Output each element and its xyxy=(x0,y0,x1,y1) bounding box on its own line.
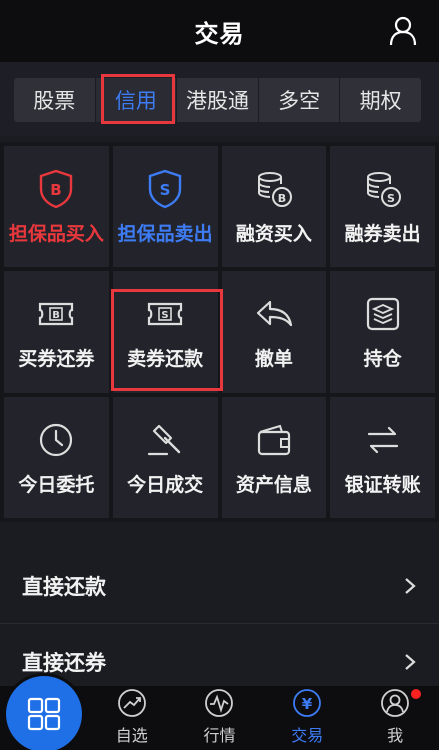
function-grid: B 担保品买入 S 担保品卖出 B 融资买入 S 融券卖出 B 买券还券 S 卖… xyxy=(0,142,439,522)
grid-item-label: 卖券还款 xyxy=(127,348,204,371)
notification-dot xyxy=(410,689,421,699)
grid-item-label: 银证转账 xyxy=(344,473,421,496)
grid-item-collateral-buy[interactable]: B 担保品买入 xyxy=(4,146,109,268)
ticket-s-icon: S xyxy=(148,303,183,326)
pulse-icon xyxy=(205,689,234,717)
layers-icon xyxy=(366,298,399,331)
home-menu-button[interactable] xyxy=(6,676,82,750)
grid-item-buy-return-securities[interactable]: B 买券还券 xyxy=(4,271,109,393)
grid-item-bank-transfer[interactable]: 银证转账 xyxy=(330,396,435,518)
tab-stock[interactable]: 股票 xyxy=(14,78,96,122)
tab-options[interactable]: 期权 xyxy=(340,78,421,122)
tab-credit[interactable]: 信用 xyxy=(95,78,178,122)
grid-item-collateral-sell[interactable]: S 担保品卖出 xyxy=(112,146,218,268)
list-item-direct-repay[interactable]: 直接还款 xyxy=(0,548,439,624)
grid-item-margin-buy[interactable]: B 融资买入 xyxy=(221,146,327,268)
ticket-b-icon: B xyxy=(39,303,74,326)
nav-label: 我 xyxy=(387,726,404,745)
list-item-label: 直接还券 xyxy=(22,650,106,675)
grid-item-positions[interactable]: 持仓 xyxy=(330,271,435,393)
grid-item-label: 融券卖出 xyxy=(344,223,421,246)
top-header: 交易 xyxy=(0,0,439,62)
gavel-icon xyxy=(148,424,181,455)
grid-item-label: 担保品卖出 xyxy=(117,223,213,246)
nav-watchlist[interactable]: 自选 xyxy=(88,686,176,750)
tab-long-short[interactable]: 多空 xyxy=(258,78,341,122)
chevron-right-icon xyxy=(405,653,416,670)
clock-icon xyxy=(40,423,73,456)
grid-item-label: 担保品买入 xyxy=(8,223,104,246)
yen-icon: ¥ xyxy=(293,689,322,717)
grid-item-label: 今日委托 xyxy=(18,473,95,496)
nav-me[interactable]: 我 xyxy=(351,686,439,750)
shield-s-icon: S xyxy=(148,169,182,209)
page-title: 交易 xyxy=(194,19,245,48)
undo-icon xyxy=(256,301,292,327)
grid-item-label: 持仓 xyxy=(363,348,402,371)
svg-text:B: B xyxy=(278,192,286,205)
coins-b-icon: B xyxy=(257,172,292,208)
svg-text:B: B xyxy=(53,310,61,321)
coins-s-icon: S xyxy=(366,172,401,208)
nav-label: 交易 xyxy=(291,726,324,745)
grid-item-label: 资产信息 xyxy=(235,473,312,496)
grid-item-label: 买券还券 xyxy=(18,348,95,371)
grid-item-label: 今日成交 xyxy=(127,473,204,496)
tab-bar-area: 股票 信用 港股通 多空 期权 xyxy=(0,62,439,136)
transfer-icon xyxy=(367,426,398,453)
tab-bar: 股票 信用 港股通 多空 期权 xyxy=(14,78,421,122)
grid-item-sell-repay[interactable]: S 卖券还款 xyxy=(112,271,218,393)
tab-hk-connect[interactable]: 港股通 xyxy=(177,78,259,122)
svg-text:¥: ¥ xyxy=(302,695,313,713)
svg-text:S: S xyxy=(387,192,395,205)
action-list: 直接还款 直接还券 xyxy=(0,548,439,700)
nav-label: 行情 xyxy=(203,726,236,745)
svg-text:S: S xyxy=(162,310,169,321)
chevron-right-icon xyxy=(405,577,416,594)
grid-item-today-orders[interactable]: 今日委托 xyxy=(4,396,109,518)
profile-icon xyxy=(381,689,409,717)
grid-menu-icon xyxy=(27,697,61,731)
nav-label: 自选 xyxy=(115,726,148,745)
grid-item-short-sell[interactable]: S 融券卖出 xyxy=(330,146,435,268)
nav-trade[interactable]: ¥ 交易 xyxy=(263,686,351,750)
list-item-label: 直接还款 xyxy=(22,574,106,599)
grid-item-asset-info[interactable]: 资产信息 xyxy=(221,396,327,518)
wallet-icon xyxy=(257,424,290,455)
svg-text:B: B xyxy=(51,181,62,199)
grid-item-label: 融资买入 xyxy=(235,223,312,246)
grid-item-cancel-order[interactable]: 撤单 xyxy=(221,271,327,393)
user-icon[interactable] xyxy=(389,16,417,46)
grid-item-today-trades[interactable]: 今日成交 xyxy=(112,396,218,518)
trend-icon xyxy=(117,689,146,717)
grid-item-label: 撤单 xyxy=(254,348,293,371)
nav-market[interactable]: 行情 xyxy=(176,686,264,750)
svg-text:S: S xyxy=(160,181,171,199)
shield-b-icon: B xyxy=(40,169,73,209)
